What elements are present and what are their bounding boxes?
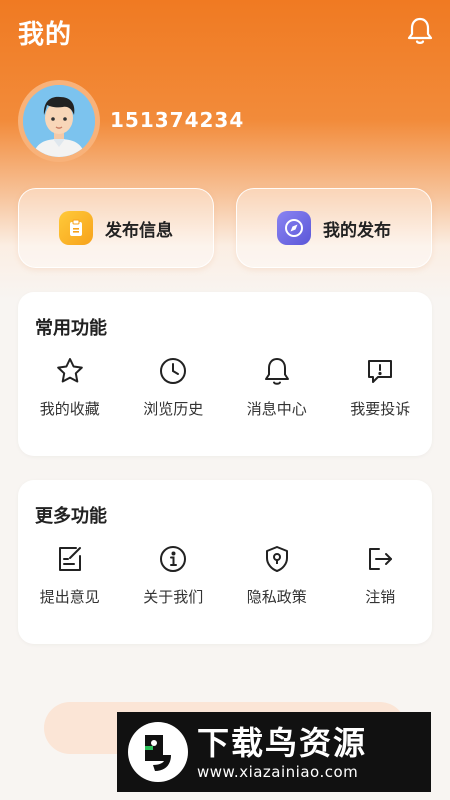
- my-posts-label: 我的发布: [323, 220, 391, 241]
- about-us-label: 关于我们: [143, 588, 204, 606]
- privacy-policy-label: 隐私政策: [246, 588, 307, 606]
- complaint-label: 我要投诉: [350, 400, 411, 418]
- privacy-policy-item[interactable]: 隐私政策: [225, 544, 329, 607]
- star-icon: [56, 358, 83, 383]
- history-item[interactable]: 浏览历史: [122, 356, 226, 419]
- section-title: 常用功能: [35, 318, 107, 339]
- favorites-label: 我的收藏: [39, 400, 100, 418]
- complaint-item[interactable]: 我要投诉: [329, 356, 433, 419]
- watermark-url: www.xiazainiao.com: [197, 763, 359, 781]
- bird-logo-icon: [123, 717, 193, 787]
- watermark-banner: 下载鸟资源 www.xiazainiao.com: [117, 712, 431, 792]
- message-center-label: 消息中心: [246, 400, 307, 418]
- compass-icon: [277, 211, 311, 245]
- clipboard-icon: [59, 211, 93, 245]
- logout-item[interactable]: 注销: [329, 544, 433, 607]
- complaint-icon: [368, 360, 393, 383]
- shield-icon: [265, 546, 288, 572]
- about-us-item[interactable]: 关于我们: [122, 544, 226, 607]
- history-label: 浏览历史: [143, 400, 204, 418]
- user-id: 151374234: [110, 108, 245, 132]
- feedback-label: 提出意见: [39, 588, 100, 606]
- page-title: 我的: [18, 20, 73, 50]
- message-center-item[interactable]: 消息中心: [225, 356, 329, 419]
- info-icon: [160, 546, 187, 572]
- edit-icon: [58, 547, 81, 571]
- publish-info-button[interactable]: 发布信息: [18, 188, 214, 268]
- clock-icon: [160, 358, 187, 384]
- common-functions-card: 常用功能 我的收藏 浏览历史 消息中心 我要投诉: [18, 292, 432, 456]
- logout-label: 注销: [365, 588, 396, 606]
- notification-bell-icon[interactable]: [406, 16, 434, 46]
- favorites-item[interactable]: 我的收藏: [18, 356, 122, 419]
- avatar[interactable]: [18, 80, 100, 162]
- logout-icon: [369, 548, 393, 570]
- my-posts-button[interactable]: 我的发布: [236, 188, 432, 268]
- publish-info-label: 发布信息: [105, 220, 173, 241]
- bell-icon: [264, 358, 289, 385]
- watermark-name: 下载鸟资源: [197, 724, 368, 762]
- feedback-item[interactable]: 提出意见: [18, 544, 122, 607]
- more-functions-card: 更多功能 提出意见 关于我们 隐私政策 注销: [18, 480, 432, 644]
- section-title: 更多功能: [35, 506, 107, 527]
